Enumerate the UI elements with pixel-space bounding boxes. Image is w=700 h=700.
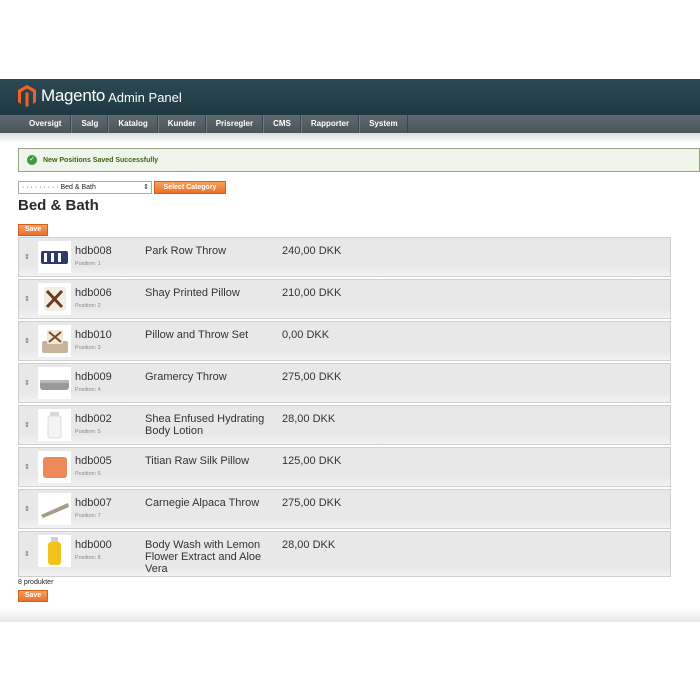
product-position: Position: 4 bbox=[75, 387, 101, 393]
product-row[interactable]: ⇕ hdb010 Position: 3 Pillow and Throw Set 0,… bbox=[18, 321, 671, 361]
magento-logo[interactable]: Magento Admin Panel bbox=[18, 85, 182, 107]
product-position: Position: 6 bbox=[75, 471, 101, 477]
drag-handle-icon[interactable]: ⇕ bbox=[24, 295, 30, 303]
brand-name: Magento bbox=[41, 86, 106, 105]
product-thumbnail bbox=[38, 325, 71, 357]
product-name: Gramercy Throw bbox=[145, 371, 227, 383]
footer-fade bbox=[0, 608, 700, 622]
product-sku: hdb007 bbox=[75, 497, 112, 509]
nav-item-system[interactable]: System bbox=[359, 115, 408, 133]
product-name: Carnegie Alpaca Throw bbox=[145, 497, 260, 509]
product-count: 8 produkter bbox=[18, 579, 54, 586]
success-message-text: New Positions Saved Successfully bbox=[43, 156, 159, 164]
product-price: 210,00 DKK bbox=[282, 287, 342, 299]
product-thumbnail bbox=[38, 367, 71, 399]
product-sku: hdb010 bbox=[75, 329, 112, 341]
product-price: 275,00 DKK bbox=[282, 497, 342, 509]
product-price: 28,00 DKK bbox=[282, 413, 336, 425]
product-thumbnail bbox=[38, 409, 71, 441]
category-select[interactable]: · · · · · · · · · Bed & Bath ⇕ bbox=[18, 181, 152, 194]
product-sku: hdb005 bbox=[75, 455, 112, 467]
nav-item-oversigt[interactable]: Oversigt bbox=[20, 115, 72, 133]
product-row[interactable]: ⇕ hdb005 Position: 6 Titian Raw Silk Pillow… bbox=[18, 447, 671, 487]
product-position: Position: 3 bbox=[75, 345, 101, 351]
product-thumbnail bbox=[38, 451, 71, 483]
product-price: 28,00 DKK bbox=[282, 539, 336, 551]
product-name: Shea Enfused Hydrating Body Lotion bbox=[145, 413, 265, 437]
product-thumbnail bbox=[38, 493, 71, 525]
product-position: Position: 7 bbox=[75, 513, 101, 519]
category-select-value: · · · · · · · · · Bed & Bath bbox=[22, 184, 96, 191]
nav-item-kunder[interactable]: Kunder bbox=[157, 115, 206, 133]
nav-item-prisregler[interactable]: Prisregler bbox=[205, 115, 264, 133]
drag-handle-icon[interactable]: ⇕ bbox=[24, 337, 30, 345]
product-sku: hdb002 bbox=[75, 413, 112, 425]
nav-shadow bbox=[0, 133, 700, 143]
product-row[interactable]: ⇕ hdb008 Position: 1 Park Row Throw 240,00 D… bbox=[18, 237, 671, 277]
select-arrows-icon: ⇕ bbox=[143, 184, 149, 191]
drag-handle-icon[interactable]: ⇕ bbox=[24, 505, 30, 513]
product-thumbnail bbox=[38, 535, 71, 567]
page-title: Bed & Bath bbox=[18, 197, 99, 214]
product-price: 275,00 DKK bbox=[282, 371, 342, 383]
product-price: 0,00 DKK bbox=[282, 329, 330, 341]
brand-subtitle: Admin Panel bbox=[108, 90, 182, 105]
nav-item-cms[interactable]: CMS bbox=[263, 115, 301, 133]
product-sku: hdb006 bbox=[75, 287, 112, 299]
product-name: Body Wash with Lemon Flower Extract and … bbox=[145, 539, 262, 575]
product-row[interactable]: ⇕ hdb009 Position: 4 Gramercy Throw 275,00 D… bbox=[18, 363, 671, 403]
product-name: Pillow and Throw Set bbox=[145, 329, 249, 341]
drag-handle-icon[interactable]: ⇕ bbox=[24, 463, 30, 471]
product-row[interactable]: ⇕ hdb000 Position: 8 Body Wash with Lemon F… bbox=[18, 531, 671, 577]
product-price: 125,00 DKK bbox=[282, 455, 342, 467]
nav-item-katalog[interactable]: Katalog bbox=[108, 115, 158, 133]
product-name: Titian Raw Silk Pillow bbox=[145, 455, 250, 467]
product-position: Position: 2 bbox=[75, 303, 101, 309]
product-sku: hdb009 bbox=[75, 371, 112, 383]
product-position: Position: 5 bbox=[75, 429, 101, 435]
save-button-bottom[interactable]: Save bbox=[18, 590, 48, 602]
main-nav: Oversigt Salg Katalog Kunder Prisregler CMS Ra… bbox=[0, 115, 700, 134]
drag-handle-icon[interactable]: ⇕ bbox=[24, 379, 30, 387]
product-thumbnail bbox=[38, 241, 71, 273]
product-sku: hdb008 bbox=[75, 245, 112, 257]
product-name: Shay Printed Pillow bbox=[145, 287, 240, 299]
product-price: 240,00 DKK bbox=[282, 245, 342, 257]
nav-item-salg[interactable]: Salg bbox=[71, 115, 109, 133]
success-message: ✓ New Positions Saved Successfully bbox=[18, 148, 700, 172]
drag-handle-icon[interactable]: ⇕ bbox=[24, 550, 30, 558]
save-button-top[interactable]: Save bbox=[18, 224, 48, 236]
select-category-button[interactable]: Select Category bbox=[154, 181, 226, 194]
drag-handle-icon[interactable]: ⇕ bbox=[24, 253, 30, 261]
product-row[interactable]: ⇕ hdb006 Position: 2 Shay Printed Pillow 210… bbox=[18, 279, 671, 319]
product-position: Position: 1 bbox=[75, 261, 101, 267]
product-sku: hdb000 bbox=[75, 539, 112, 551]
product-row[interactable]: ⇕ hdb007 Position: 7 Carnegie Alpaca Throw 2… bbox=[18, 489, 671, 529]
product-row[interactable]: ⇕ hdb002 Position: 5 Shea Enfused Hydrating… bbox=[18, 405, 671, 445]
product-position: Position: 8 bbox=[75, 555, 101, 561]
check-circle-icon: ✓ bbox=[27, 155, 37, 165]
nav-item-rapporter[interactable]: Rapporter bbox=[300, 115, 360, 133]
product-thumbnail bbox=[38, 283, 71, 315]
drag-handle-icon[interactable]: ⇕ bbox=[24, 421, 30, 429]
admin-header: Magento Admin Panel bbox=[0, 79, 700, 115]
magento-logo-icon bbox=[18, 85, 36, 107]
product-name: Park Row Throw bbox=[145, 245, 227, 257]
